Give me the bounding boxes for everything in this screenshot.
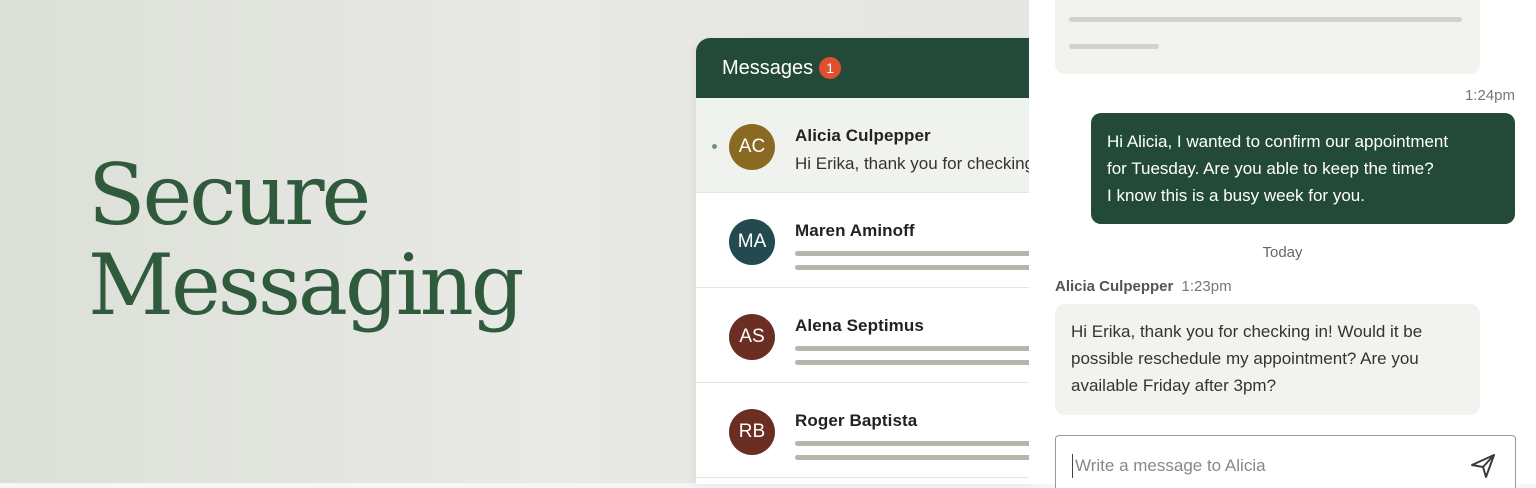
sent-message-bubble: Hi Alicia, I wanted to confirm our appoi…	[1091, 113, 1515, 224]
hero-title-line2: Messaging	[88, 236, 525, 334]
avatar: RB	[729, 409, 775, 455]
preview-placeholder-line	[795, 455, 1036, 460]
preview-placeholder-line	[795, 441, 1036, 446]
avatar: AS	[729, 314, 775, 360]
received-message-line: possible reschedule my appointment? Are …	[1071, 349, 1419, 368]
preview-placeholder-line	[795, 346, 1036, 351]
hero-title-line1: Secure	[88, 146, 371, 244]
messages-title: Messages	[722, 56, 814, 79]
hero-title: Secure Messaging	[88, 146, 525, 334]
avatar: AC	[729, 124, 775, 170]
sent-message-line: I know this is a busy week for you.	[1107, 186, 1365, 205]
send-icon[interactable]	[1469, 452, 1497, 480]
unread-count-badge: 1	[819, 57, 842, 79]
sent-message-time: 1:24pm	[1464, 87, 1515, 104]
conversation-item-roger-baptista[interactable]: RB Roger Baptista	[696, 383, 1036, 478]
previous-message-placeholder	[1055, 0, 1480, 74]
conversation-item-alena-septimus[interactable]: AS Alena Septimus	[696, 288, 1036, 383]
placeholder-line	[1069, 17, 1462, 22]
received-message-line: available Friday after 3pm?	[1071, 376, 1277, 395]
message-input[interactable]	[1072, 454, 1452, 478]
avatar: MA	[729, 219, 775, 265]
received-message-time: 1:23pm	[1181, 278, 1232, 295]
conversation-preview: Hi Erika, thank you for checking in! Wou…	[795, 154, 1036, 173]
conversation-name: Maren Aminoff	[795, 221, 915, 240]
received-message-bubble: Hi Erika, thank you for checking in! Wou…	[1055, 304, 1480, 415]
received-message-meta: Alicia Culpepper 1:23pm	[1055, 278, 1232, 295]
preview-placeholder-line	[795, 251, 1036, 256]
day-divider: Today	[1262, 244, 1303, 261]
conversation-name: Alena Septimus	[795, 316, 924, 335]
unread-indicator	[710, 142, 719, 151]
message-composer	[1055, 435, 1516, 488]
messages-panel: Messages 1 AC Alicia Culpepper Hi Erika,…	[696, 38, 1036, 484]
preview-placeholder-line	[795, 265, 1036, 270]
conversation-item-maren-aminoff[interactable]: MA Maren Aminoff	[696, 193, 1036, 288]
conversation-name: Roger Baptista	[795, 411, 918, 430]
messages-header: Messages 1	[696, 38, 1036, 98]
chat-panel: 1:24pm Hi Alicia, I wanted to confirm ou…	[1029, 0, 1536, 488]
sent-message-line: for Tuesday. Are you able to keep the ti…	[1107, 159, 1434, 178]
placeholder-line	[1069, 44, 1159, 49]
sent-message-line: Hi Alicia, I wanted to confirm our appoi…	[1107, 132, 1449, 151]
received-message-line: Hi Erika, thank you for checking in! Wou…	[1071, 322, 1423, 341]
preview-placeholder-line	[795, 360, 1036, 365]
received-sender-name: Alicia Culpepper	[1055, 278, 1174, 295]
conversation-item-alicia-culpepper[interactable]: AC Alicia Culpepper Hi Erika, thank you …	[696, 98, 1036, 193]
conversation-name: Alicia Culpepper	[795, 126, 931, 145]
